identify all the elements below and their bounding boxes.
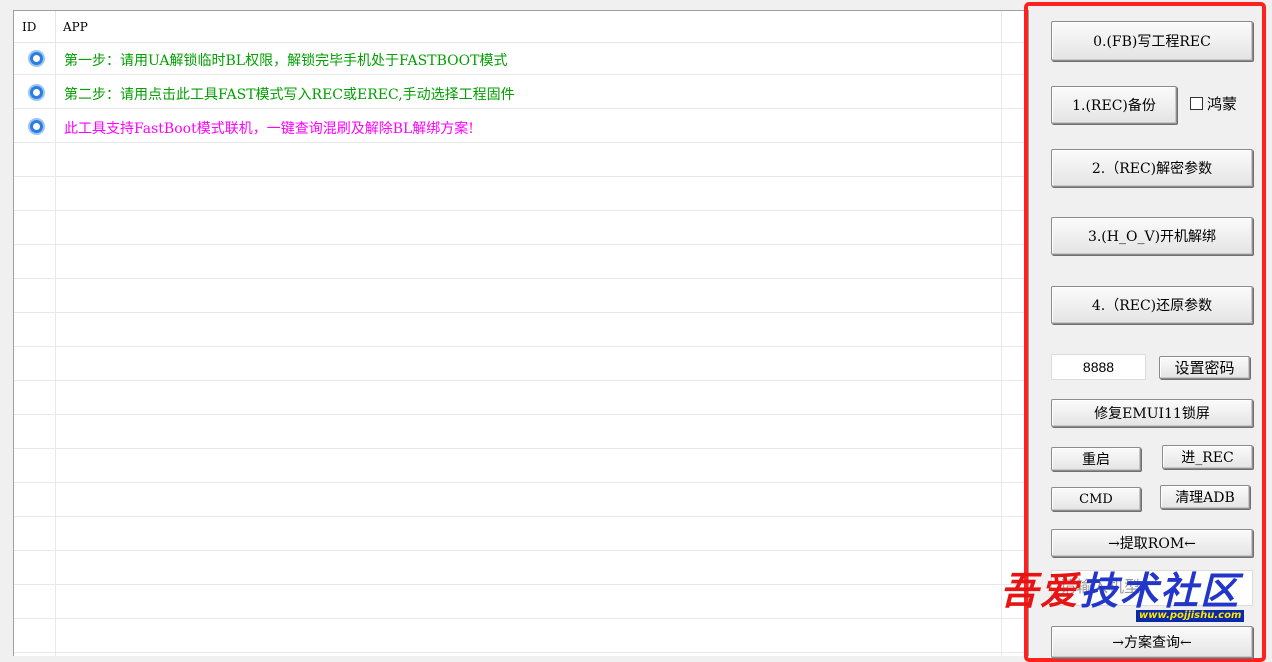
table-row[interactable] [14, 484, 1028, 517]
column-divider[interactable] [1001, 11, 1002, 42]
fix-emui11-lockscreen-button[interactable]: 修复EMUI11锁屏 [1051, 399, 1253, 427]
clean-adb-button[interactable]: 清理ADB [1160, 485, 1250, 509]
table-row[interactable] [14, 552, 1028, 585]
table-row[interactable] [14, 586, 1028, 619]
reboot-button[interactable]: 重启 [1051, 447, 1141, 471]
table-row[interactable]: 此工具支持FastBoot模式联机，一键查询混刷及解除BL解绑方案! [14, 110, 1028, 143]
hongmeng-label[interactable]: 鸿蒙 [1207, 93, 1237, 114]
rec-restore-params-button[interactable]: 4.（REC)还原参数 [1051, 286, 1253, 324]
set-password-button[interactable]: 设置密码 [1159, 356, 1250, 379]
info-icon [28, 84, 45, 101]
model-search-input[interactable] [1051, 570, 1253, 606]
table-row[interactable] [14, 144, 1028, 177]
table-row[interactable] [14, 416, 1028, 449]
extract-rom-button[interactable]: →提取ROM← [1051, 529, 1253, 557]
table-row[interactable] [14, 450, 1028, 483]
app-list-view[interactable]: ID APP 第一步：请用UA解锁临时BL权限，解锁完毕手机处于FASTBOOT… [13, 10, 1029, 656]
hov-boot-unbind-button[interactable]: 3.(H_O_V)开机解绑 [1051, 217, 1253, 255]
table-row[interactable] [14, 348, 1028, 381]
rec-backup-button[interactable]: 1.(REC)备份 [1051, 86, 1177, 124]
table-row[interactable] [14, 382, 1028, 415]
hongmeng-checkbox[interactable] [1190, 97, 1203, 110]
table-row[interactable] [14, 212, 1028, 245]
table-row[interactable] [14, 280, 1028, 313]
table-row[interactable] [14, 620, 1028, 653]
table-row[interactable] [14, 178, 1028, 211]
info-icon [28, 50, 45, 67]
password-input[interactable] [1051, 354, 1146, 380]
table-row[interactable] [14, 518, 1028, 551]
row-message: 第二步：请用点击此工具FAST模式写入REC或EREC,手动选择工程固件 [64, 87, 515, 103]
cmd-button[interactable]: CMD [1051, 487, 1141, 511]
enter-rec-button[interactable]: 进_REC [1162, 445, 1253, 469]
scheme-query-button[interactable]: →方案查询← [1051, 626, 1253, 658]
table-row[interactable]: 第二步：请用点击此工具FAST模式写入REC或EREC,手动选择工程固件 [14, 76, 1028, 109]
list-header: ID APP [14, 11, 1028, 43]
write-engineering-rec-button[interactable]: 0.(FB)写工程REC [1051, 21, 1253, 61]
row-message: 第一步：请用UA解锁临时BL权限，解锁完毕手机处于FASTBOOT模式 [64, 53, 508, 69]
info-icon [28, 118, 45, 135]
column-divider[interactable] [55, 11, 56, 42]
rec-decrypt-params-button[interactable]: 2.（REC)解密参数 [1051, 149, 1253, 187]
column-id-header[interactable]: ID [22, 20, 36, 34]
table-row[interactable]: 第一步：请用UA解锁临时BL权限，解锁完毕手机处于FASTBOOT模式 [14, 42, 1028, 75]
table-row[interactable] [14, 314, 1028, 347]
hongmeng-checkbox-group[interactable]: 鸿蒙 [1190, 93, 1237, 114]
table-row[interactable] [14, 246, 1028, 279]
table-row[interactable] [14, 654, 1028, 656]
row-message: 此工具支持FastBoot模式联机，一键查询混刷及解除BL解绑方案! [64, 121, 474, 137]
column-app-header[interactable]: APP [63, 20, 88, 34]
